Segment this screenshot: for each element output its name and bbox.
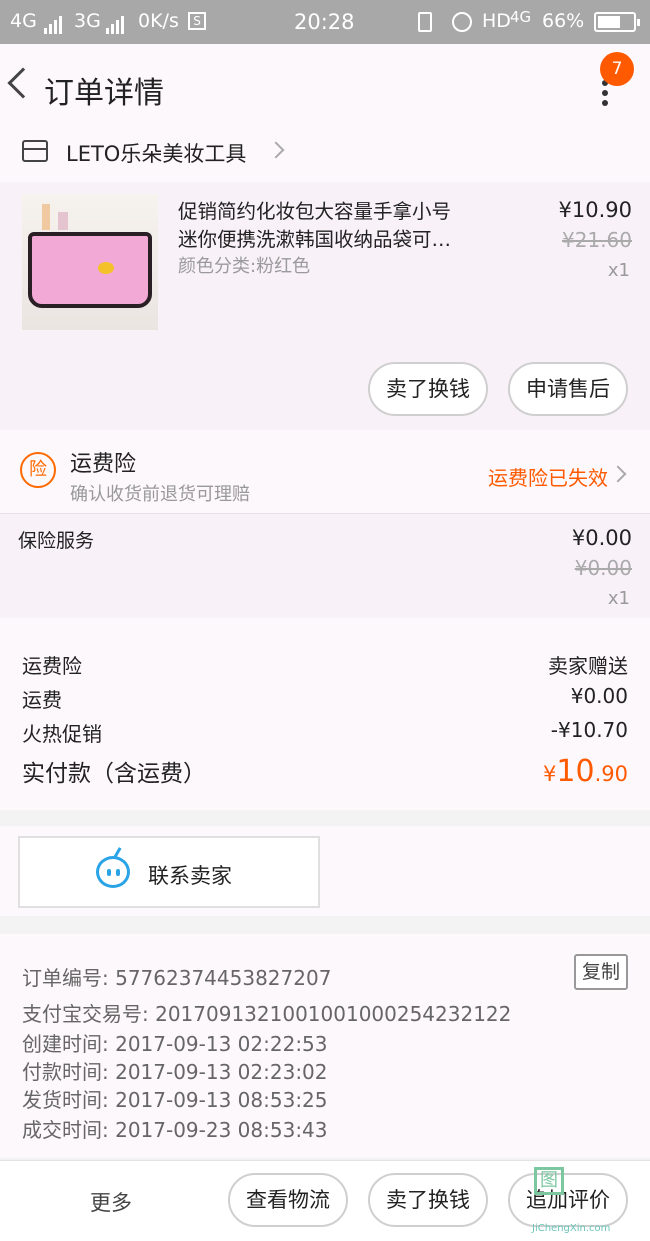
insurance-subtitle: 确认收货前退货可理赔: [70, 484, 250, 505]
paid-row: 实付款（含运费） ¥10.90: [22, 754, 628, 794]
paid-integer: 10: [556, 754, 595, 789]
chat-robot-icon: [96, 856, 130, 888]
paid-decimal: .90: [594, 762, 628, 786]
storage-icon: S: [188, 12, 206, 30]
battery-percent: 66%: [542, 10, 585, 32]
service-quantity: x1: [607, 588, 630, 609]
summary-label: 运费: [22, 688, 62, 712]
watermark-text: JiChengXin.com: [532, 1223, 611, 1234]
contact-seller-label: 联系卖家: [148, 864, 232, 888]
add-review-button[interactable]: 追加评价: [508, 1173, 628, 1227]
contact-seller-button[interactable]: 联系卖家: [18, 836, 320, 908]
sell-for-cash-button[interactable]: 卖了换钱: [368, 362, 488, 416]
order-number: 订单编号: 57762374453827207: [22, 966, 332, 990]
shop-name: LETO乐朵美妆工具: [66, 142, 247, 166]
summary-row: 运费 ¥0.00: [22, 684, 628, 714]
product-card: 促销简约化妆包大容量手拿小号 迷你便携洗漱韩国收纳品袋可… 颜色分类:粉红色 ¥…: [0, 182, 650, 430]
watermark-logo: 图: [534, 1167, 564, 1195]
page-title: 订单详情: [44, 76, 164, 111]
price-summary: 运费险 卖家赠送 运费 ¥0.00 火热促销 -¥10.70 实付款（含运费） …: [0, 618, 650, 810]
summary-value: 卖家赠送: [548, 654, 628, 678]
summary-value: ¥0.00: [570, 684, 628, 708]
back-arrow-icon[interactable]: [7, 67, 39, 99]
service-price: ¥0.00: [571, 526, 632, 550]
product-original-price: ¥21.60: [562, 228, 632, 252]
notification-badge: 7: [600, 52, 634, 86]
paid-currency: ¥: [543, 762, 557, 786]
product-variant: 颜色分类:粉红色: [178, 256, 311, 277]
chevron-right-icon: [267, 141, 285, 159]
signal-icon: [42, 12, 62, 34]
summary-label: 运费险: [22, 654, 82, 678]
sell-for-cash-button-bottom[interactable]: 卖了换钱: [368, 1173, 488, 1227]
shop-icon: [22, 140, 48, 162]
vibrate-icon: [418, 12, 432, 32]
insurance-title: 运费险: [70, 452, 137, 477]
cosmetic-bag-image: [28, 232, 152, 308]
service-original-price: ¥0.00: [574, 556, 632, 580]
network-4g-label-2: 4G: [510, 8, 532, 26]
more-button[interactable]: 更多: [90, 1187, 132, 1217]
alarm-icon: [452, 12, 472, 32]
battery-icon: [594, 12, 640, 32]
shipped-time: 发货时间: 2017-09-13 08:53:25: [22, 1088, 328, 1112]
created-time: 创建时间: 2017-09-13 02:22:53: [22, 1032, 328, 1056]
paid-time: 付款时间: 2017-09-13 02:23:02: [22, 1060, 328, 1084]
bottom-action-bar: 更多 查看物流 卖了换钱 追加评价 图 JiChengXin.com: [0, 1160, 650, 1241]
hd-label: HD: [482, 10, 511, 32]
product-image[interactable]: [22, 194, 158, 330]
paid-label: 实付款（含运费）: [22, 761, 206, 787]
insurance-icon: 险: [20, 452, 56, 488]
alipay-number: 支付宝交易号: 2017091321001001000254232122: [22, 1002, 512, 1026]
chevron-right-icon: [609, 465, 627, 483]
network-3g-label: 3G: [74, 10, 101, 32]
summary-row: 火热促销 -¥10.70: [22, 718, 628, 748]
product-title-line2: 迷你便携洗漱韩国收纳品袋可…: [178, 228, 452, 251]
shipping-insurance-row[interactable]: 险 运费险 确认收货前退货可理赔 运费险已失效: [0, 430, 650, 514]
insurance-status: 运费险已失效: [488, 466, 608, 490]
completed-time: 成交时间: 2017-09-23 08:53:43: [22, 1118, 328, 1142]
paid-amount: ¥10.90: [543, 754, 628, 789]
product-title-line1: 促销简约化妆包大容量手拿小号: [178, 200, 452, 223]
view-logistics-button[interactable]: 查看物流: [228, 1173, 348, 1227]
status-bar: 4G 3G 0K/s S 20:28 HD 4G 66%: [0, 0, 650, 44]
protection-service: 保险服务 ¥0.00 ¥0.00 x1: [0, 514, 650, 618]
shop-row[interactable]: LETO乐朵美妆工具: [0, 130, 650, 182]
decor-bottle-2: [58, 212, 68, 230]
summary-value: -¥10.70: [550, 718, 628, 742]
clock: 20:28: [294, 10, 355, 34]
contact-section: 联系卖家: [0, 826, 650, 916]
net-speed: 0K/s: [138, 10, 179, 32]
signal-icon-2: [104, 12, 124, 34]
apply-aftersale-button[interactable]: 申请售后: [508, 362, 628, 416]
copy-button[interactable]: 复制: [574, 954, 628, 990]
summary-row: 运费险 卖家赠送: [22, 650, 628, 680]
header: 订单详情: [0, 44, 650, 130]
more-menu-icon[interactable]: [602, 80, 610, 110]
order-info: 订单编号: 57762374453827207 复制 支付宝交易号: 20170…: [0, 934, 650, 1158]
service-label: 保险服务: [18, 530, 95, 552]
product-title[interactable]: 促销简约化妆包大容量手拿小号 迷你便携洗漱韩国收纳品袋可…: [178, 198, 498, 254]
network-4g-label: 4G: [10, 10, 37, 32]
decor-bottle: [42, 204, 50, 230]
summary-label: 火热促销: [22, 722, 102, 746]
product-price: ¥10.90: [558, 198, 632, 222]
product-quantity: x1: [607, 260, 630, 281]
